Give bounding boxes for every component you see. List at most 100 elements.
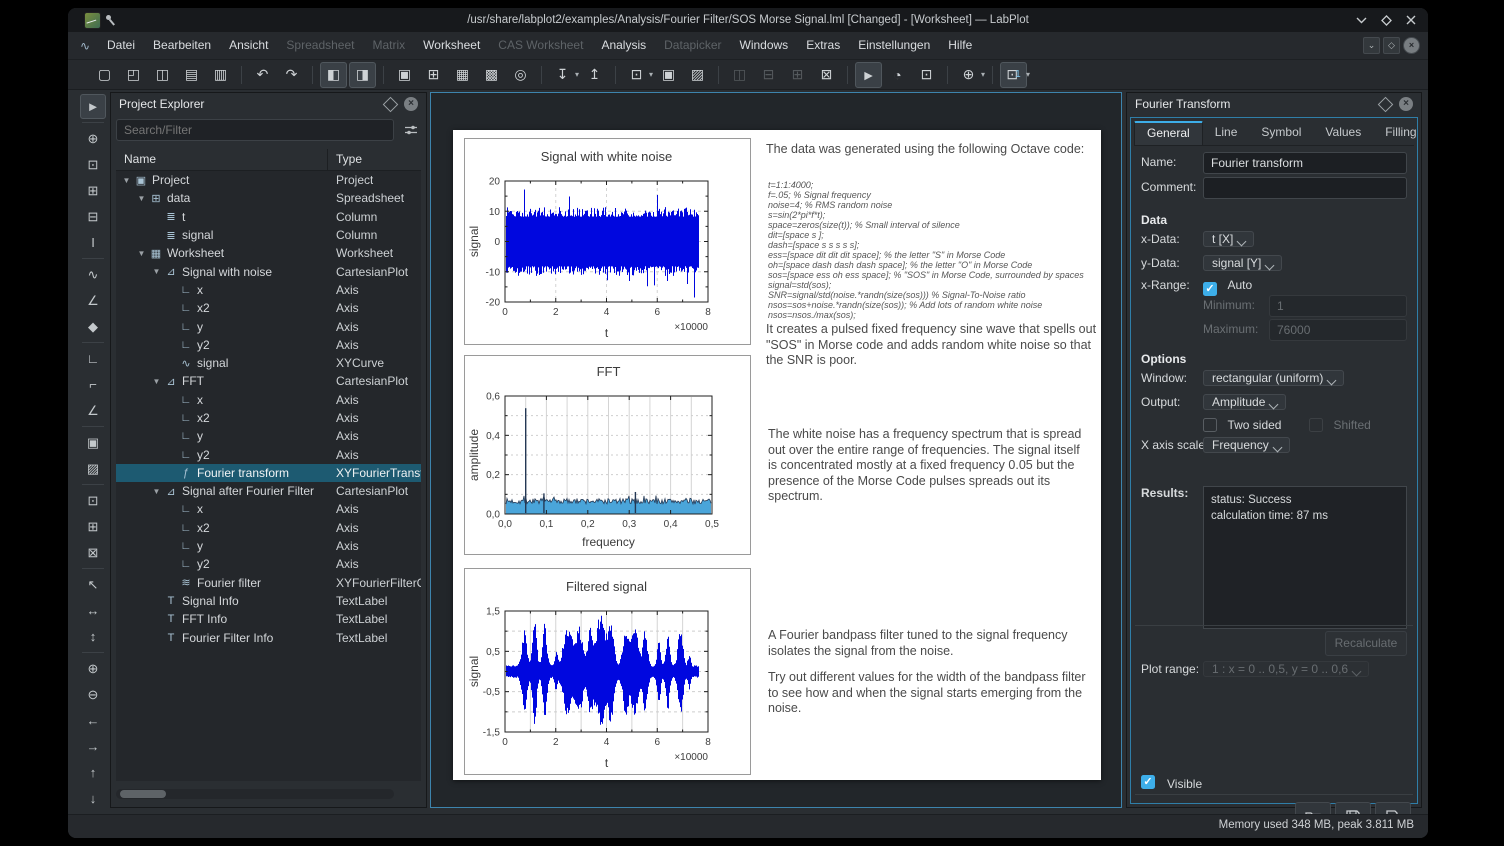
add-axis-tool-icon[interactable]: ∟ xyxy=(80,346,106,371)
tree-item-y2[interactable]: ∟y2Axis xyxy=(116,336,421,354)
zoom-select-mode-button[interactable]: ⊡ xyxy=(913,62,940,88)
menu-datei[interactable]: Datei xyxy=(98,32,144,59)
tab-general[interactable]: General xyxy=(1134,121,1203,145)
tree-item-x2[interactable]: ∟x2Axis xyxy=(116,519,421,537)
recalculate-button[interactable]: Recalculate xyxy=(1325,631,1407,656)
tree-item-worksheet[interactable]: ▼▦WorksheetWorksheet xyxy=(116,244,421,262)
tree-item-y[interactable]: ∟yAxis xyxy=(116,427,421,445)
tab-values[interactable]: Values xyxy=(1313,121,1373,145)
print-preview-button[interactable]: ▥ xyxy=(207,62,234,88)
tree-item-t[interactable]: ≣tColumn xyxy=(116,208,421,226)
chevron-down-icon[interactable]: ▾ xyxy=(981,70,985,79)
add-curve-tool-icon[interactable]: ∿ xyxy=(80,262,106,287)
export-button[interactable]: ↥ xyxy=(581,62,608,88)
new-project-button[interactable]: ▢ xyxy=(91,62,118,88)
window-select[interactable]: rectangular (uniform) xyxy=(1203,370,1344,386)
filter-options-icon[interactable] xyxy=(401,121,421,139)
shifted-checkbox[interactable] xyxy=(1309,418,1323,432)
import-button[interactable]: ↧ xyxy=(549,62,576,88)
auto-scale-x-tool-icon[interactable]: ↔ xyxy=(80,598,106,623)
print-button[interactable]: ▤ xyxy=(178,62,205,88)
menu-worksheet[interactable]: Worksheet xyxy=(414,32,489,59)
auto-checkbox[interactable]: ✓ xyxy=(1203,282,1217,296)
close-properties-icon[interactable]: × xyxy=(1399,97,1413,111)
select-tool-icon[interactable]: ► xyxy=(80,94,106,119)
zoom-fit-button[interactable]: ⊡ xyxy=(623,62,650,88)
expander-icon[interactable]: ▼ xyxy=(120,176,133,185)
horizontal-layout-button[interactable]: ⊟ xyxy=(755,62,782,88)
menu-bearbeiten[interactable]: Bearbeiten xyxy=(144,32,220,59)
tree-item-data[interactable]: ▼⊞dataSpreadsheet xyxy=(116,189,421,207)
expander-icon[interactable]: ▼ xyxy=(150,267,163,276)
add-axis-vertical-tool-icon[interactable]: ∠ xyxy=(80,398,106,423)
menu-windows[interactable]: Windows xyxy=(731,32,798,59)
plot-range-select[interactable]: 1 : x = 0 .. 0,5, y = 0 .. 0,6 xyxy=(1203,661,1369,677)
menu-ansicht[interactable]: Ansicht xyxy=(220,32,277,59)
shift-right-tool-icon[interactable]: → xyxy=(80,734,106,759)
new-spreadsheet-button[interactable]: ⊞ xyxy=(420,62,447,88)
column-header-name[interactable]: Name xyxy=(116,149,328,170)
tree-item-fourier-filter[interactable]: ≋Fourier filterXYFourierFilterCurve xyxy=(116,574,421,592)
tab-symbol[interactable]: Symbol xyxy=(1249,121,1313,145)
zoom-in-tool-icon[interactable]: ⊕ xyxy=(80,656,106,681)
save-button[interactable]: ◫ xyxy=(149,62,176,88)
menu-einstellungen[interactable]: Einstellungen xyxy=(849,32,939,59)
expander-icon[interactable]: ▼ xyxy=(150,377,163,386)
tree-item-signal[interactable]: ≣signalColumn xyxy=(116,226,421,244)
expander-icon[interactable]: ▼ xyxy=(150,487,163,496)
add-image-button[interactable]: ▨ xyxy=(684,62,711,88)
menu-analysis[interactable]: Analysis xyxy=(592,32,655,59)
ydata-select[interactable]: signal [Y] xyxy=(1203,255,1282,271)
auto-scale-tool-icon[interactable]: ↖ xyxy=(80,572,106,597)
expander-icon[interactable]: ▼ xyxy=(135,249,148,258)
add-text-label-button[interactable]: ▣ xyxy=(655,62,682,88)
navigate-mode-button[interactable]: ◔ xyxy=(884,62,911,88)
select-mode-button[interactable]: ► xyxy=(855,62,882,88)
pin-icon[interactable] xyxy=(106,15,111,20)
chevron-down-icon[interactable]: ▾ xyxy=(575,70,579,79)
tab-line[interactable]: Line xyxy=(1203,121,1250,145)
tree-item-x2[interactable]: ∟x2Axis xyxy=(116,409,421,427)
tree-item-fourier-filter-info[interactable]: TFourier Filter InfoTextLabel xyxy=(116,628,421,646)
name-input[interactable] xyxy=(1203,152,1407,174)
data-operation-tool-icon[interactable]: ◆ xyxy=(80,314,106,339)
plot-signal-with-noise[interactable]: 02468-20-1001020Signal with white noises… xyxy=(464,138,751,345)
visible-checkbox[interactable]: ✓ xyxy=(1141,775,1155,789)
break-layout-button[interactable]: ⊠ xyxy=(813,62,840,88)
close-panel-icon[interactable]: × xyxy=(404,97,418,111)
new-matrix-button[interactable]: ▦ xyxy=(449,62,476,88)
grid-layout-button[interactable]: ⊞ xyxy=(784,62,811,88)
add-plot-area-tool-icon[interactable]: ⊡ xyxy=(80,488,106,513)
chevron-down-icon[interactable]: ▾ xyxy=(1026,70,1030,79)
tab-filling[interactable]: Filling xyxy=(1373,121,1428,145)
tree-item-x[interactable]: ∟xAxis xyxy=(116,281,421,299)
tree-item-y2[interactable]: ∟y2Axis xyxy=(116,555,421,573)
tree-item-y[interactable]: ∟yAxis xyxy=(116,537,421,555)
two-sided-checkbox[interactable] xyxy=(1203,418,1217,432)
shift-down-tool-icon[interactable]: ↓ xyxy=(80,786,106,811)
tree-item-signal-with-noise[interactable]: ▼⊿Signal with noiseCartesianPlot xyxy=(116,262,421,280)
xscale-select[interactable]: Frequency xyxy=(1203,437,1290,453)
tree-item-signal-info[interactable]: TSignal InfoTextLabel xyxy=(116,592,421,610)
minimize-button[interactable] xyxy=(1354,13,1368,27)
zoom-out-tool-icon[interactable]: ⊖ xyxy=(80,682,106,707)
crosshair-tool-icon[interactable]: ⊕ xyxy=(80,126,106,151)
mdi-minimize-button[interactable]: ⌄ xyxy=(1363,37,1380,54)
shift-left-tool-icon[interactable]: ← xyxy=(80,708,106,733)
close-button[interactable] xyxy=(1404,13,1418,27)
float-properties-icon[interactable] xyxy=(1378,97,1394,113)
tree-item-project[interactable]: ▼▣ProjectProject xyxy=(116,171,421,189)
tree-item-y2[interactable]: ∟y2Axis xyxy=(116,445,421,463)
horizontal-scrollbar[interactable] xyxy=(116,789,394,799)
add-axis-horizontal-tool-icon[interactable]: ⌐ xyxy=(80,372,106,397)
float-panel-icon[interactable] xyxy=(383,97,399,113)
tree-item-signal-after-fourier-filter[interactable]: ▼⊿Signal after Fourier FilterCartesianPl… xyxy=(116,482,421,500)
add-image-tool-icon[interactable]: ▨ xyxy=(80,456,106,481)
new-worksheet-button[interactable]: ▩ xyxy=(478,62,505,88)
tree-item-fft-info[interactable]: TFFT InfoTextLabel xyxy=(116,610,421,628)
tree-item-y[interactable]: ∟yAxis xyxy=(116,317,421,335)
mdi-close-button[interactable]: × xyxy=(1403,37,1420,54)
toggle-properties-explorer-button[interactable]: ◨ xyxy=(349,62,376,88)
add-histogram-tool-icon[interactable]: ∠ xyxy=(80,288,106,313)
tree-item-x[interactable]: ∟xAxis xyxy=(116,391,421,409)
